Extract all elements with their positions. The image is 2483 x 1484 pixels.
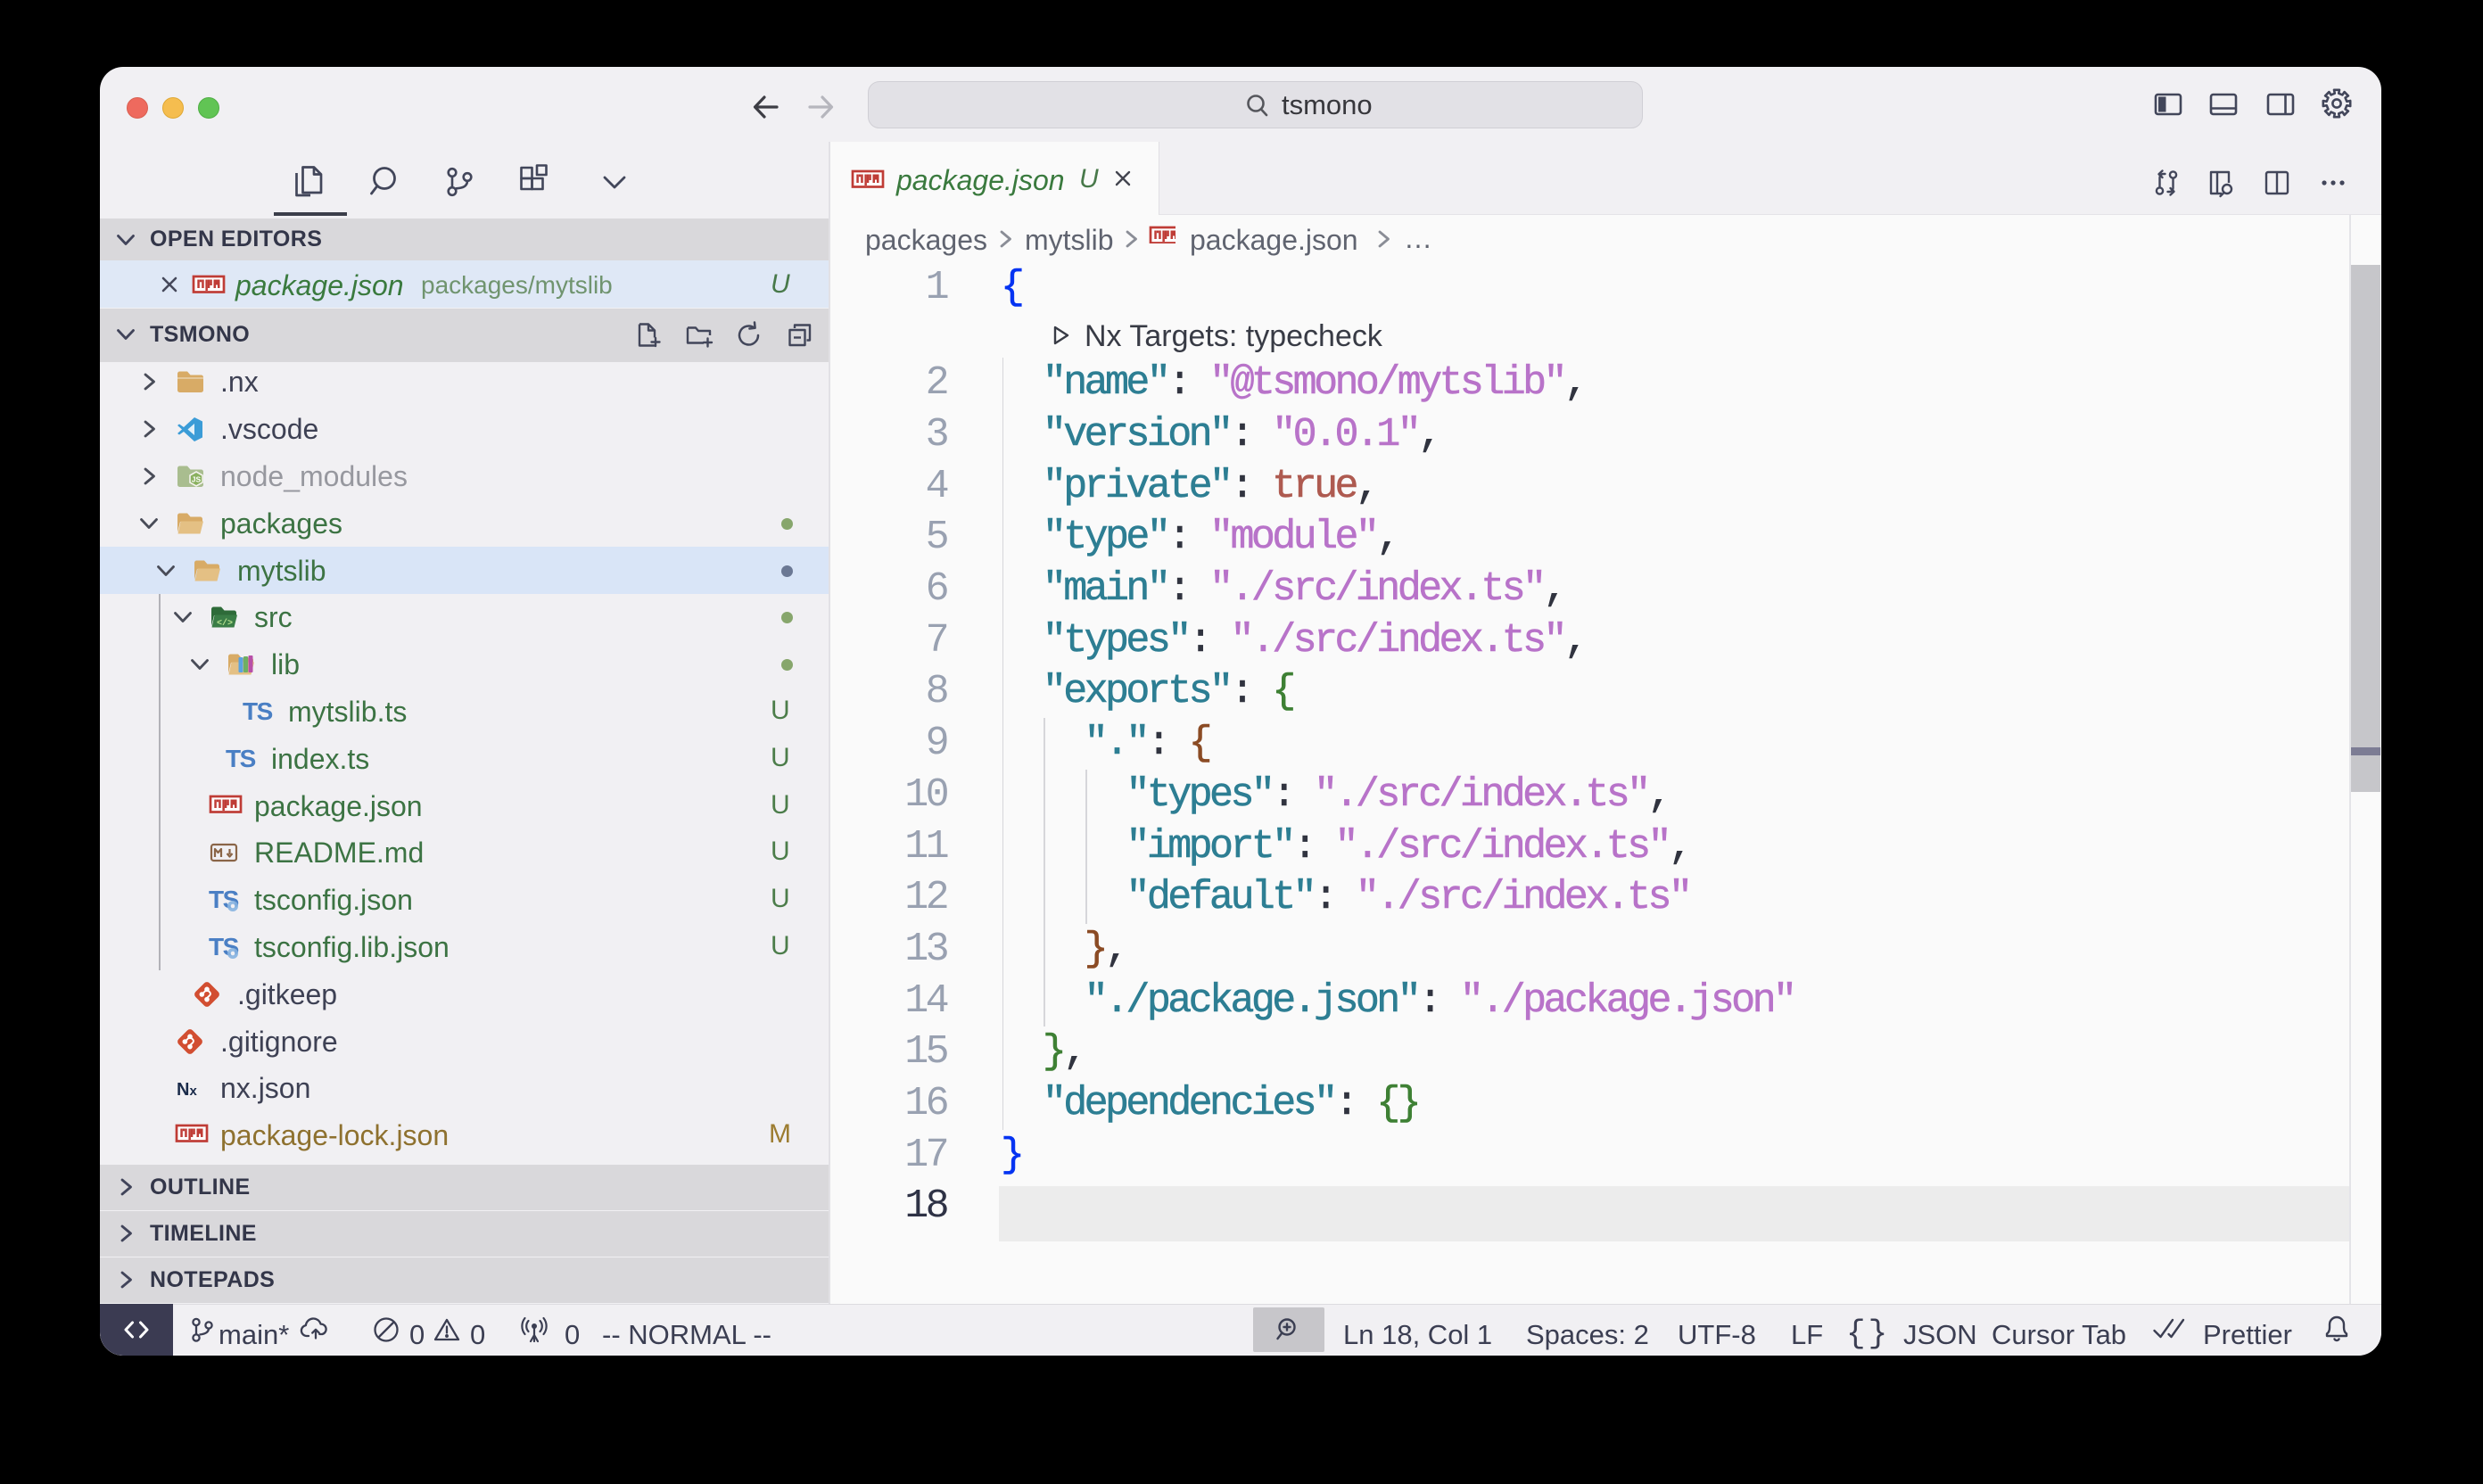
svg-text:JS: JS — [192, 475, 202, 484]
svg-text:Nx: Nx — [177, 1080, 197, 1100]
svg-text:</>: </> — [217, 618, 233, 629]
svg-text:TS: TS — [226, 745, 256, 772]
svg-text:TS: TS — [243, 697, 273, 725]
